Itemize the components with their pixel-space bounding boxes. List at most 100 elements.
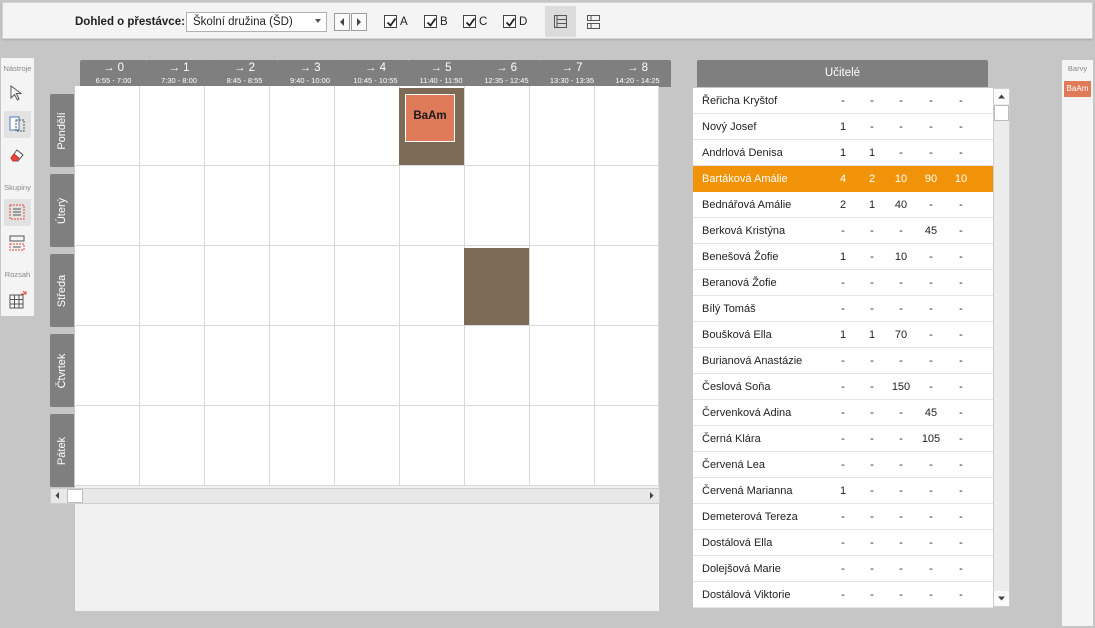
supervision-slot[interactable] — [464, 248, 529, 325]
timetable-cell[interactable] — [140, 246, 205, 326]
teacher-row[interactable]: Řeřicha Kryštof - - - - - — [693, 88, 993, 114]
group-select-button[interactable] — [4, 199, 31, 226]
teacher-row[interactable]: Červená Lea - - - - - — [693, 452, 993, 478]
teacher-row[interactable]: Boušková Ella 1 1 70 - - — [693, 322, 993, 348]
timetable-cell[interactable] — [205, 166, 270, 246]
timetable-cell[interactable] — [205, 406, 270, 486]
timetable-cell[interactable] — [270, 246, 335, 326]
teacher-row[interactable]: Berková Kristýna - - - 45 - — [693, 218, 993, 244]
teacher-row[interactable]: Černá Klára - - - 105 - — [693, 426, 993, 452]
timetable-cell[interactable] — [530, 406, 595, 486]
vertical-scrollbar[interactable] — [993, 88, 1010, 607]
timetable-cell[interactable] — [270, 326, 335, 406]
timetable-cell[interactable] — [465, 406, 530, 486]
teacher-row[interactable]: Demeterová Tereza - - - - - — [693, 504, 993, 530]
day-label[interactable]: Pátek — [50, 414, 74, 487]
teacher-row[interactable]: Dostálová Viktorie - - - - - — [693, 582, 993, 608]
teacher-row[interactable]: Dolejšová Marie - - - - - — [693, 556, 993, 582]
timetable-cell[interactable] — [140, 406, 205, 486]
teacher-card[interactable]: BaAm — [405, 94, 455, 142]
timetable-cell[interactable] — [465, 86, 530, 166]
next-button[interactable] — [351, 13, 367, 31]
timetable-cell[interactable] — [465, 326, 530, 406]
period-header[interactable]: → 4 10:45 - 10:55 — [342, 60, 409, 87]
timetable-cell[interactable] — [530, 246, 595, 326]
teacher-row[interactable]: Bartáková Amálie 4 2 10 90 10 — [693, 166, 993, 192]
timetable-cell[interactable] — [595, 246, 659, 326]
timetable-cell[interactable] — [335, 166, 400, 246]
timetable-cell[interactable] — [270, 406, 335, 486]
timetable-cell[interactable] — [335, 246, 400, 326]
scrollbar-thumb[interactable] — [994, 105, 1009, 121]
timetable-cell[interactable] — [530, 86, 595, 166]
timetable-cell[interactable] — [205, 246, 270, 326]
timetable-cell[interactable] — [205, 86, 270, 166]
timetable-cell[interactable] — [335, 406, 400, 486]
timetable-cell[interactable] — [75, 86, 140, 166]
scroll-left-button[interactable] — [51, 489, 65, 503]
timetable-cell[interactable] — [595, 326, 659, 406]
supervision-slot[interactable]: BaAm — [399, 88, 464, 165]
range-tool-button[interactable] — [4, 286, 31, 313]
view-by-weeks-button[interactable] — [578, 6, 609, 37]
timetable-cell[interactable] — [140, 166, 205, 246]
timetable-cell[interactable] — [530, 166, 595, 246]
timetable-cell[interactable] — [400, 326, 465, 406]
scroll-down-button[interactable] — [994, 591, 1009, 606]
period-header[interactable]: → 3 9:40 - 10:00 — [276, 60, 344, 87]
eraser-tool-button[interactable] — [4, 142, 31, 169]
day-label[interactable]: Úterý — [50, 174, 74, 247]
teacher-row[interactable]: Bílý Tomáš - - - - - — [693, 296, 993, 322]
timetable-cell[interactable] — [595, 406, 659, 486]
timetable-cell[interactable] — [335, 86, 400, 166]
timetable-cell[interactable] — [400, 406, 465, 486]
horizontal-scrollbar[interactable] — [50, 488, 660, 504]
period-header[interactable]: → 2 8:45 - 8:55 — [211, 60, 278, 87]
color-chip[interactable]: BaAm — [1064, 81, 1091, 97]
period-header[interactable]: → 5 11:40 - 11:50 — [407, 60, 475, 87]
day-label[interactable]: Středa — [50, 254, 74, 327]
timetable-cell[interactable] — [595, 86, 659, 166]
teacher-row[interactable]: Česlová Soňa - - 150 - - — [693, 374, 993, 400]
timetable-cell[interactable] — [75, 246, 140, 326]
timetable-cell[interactable] — [465, 166, 530, 246]
scrollbar-thumb[interactable] — [67, 489, 83, 503]
teacher-row[interactable]: Bednářová Amálie 2 1 40 - - — [693, 192, 993, 218]
checkbox-box[interactable] — [463, 15, 476, 28]
period-header[interactable]: → 0 6:55 - 7:00 — [80, 60, 147, 87]
teacher-row[interactable]: Andrlová Denisa 1 1 - - - — [693, 140, 993, 166]
timetable-cell[interactable] — [75, 326, 140, 406]
timetable-cell[interactable] — [75, 166, 140, 246]
period-header[interactable]: → 8 14:20 - 14:25 — [604, 60, 671, 87]
teacher-row[interactable]: Dostálová Ella - - - - - — [693, 530, 993, 556]
timetable-cell[interactable] — [400, 166, 465, 246]
checkbox-box[interactable] — [424, 15, 437, 28]
period-header[interactable]: → 1 7:30 - 8:00 — [145, 60, 213, 87]
timetable-cell[interactable] — [270, 166, 335, 246]
teacher-row[interactable]: Nový Josef 1 - - - - — [693, 114, 993, 140]
scroll-up-button[interactable] — [994, 89, 1009, 104]
period-header[interactable]: → 6 12:35 - 12:45 — [473, 60, 540, 87]
group-split-button[interactable] — [4, 230, 31, 257]
timetable-cell[interactable] — [140, 326, 205, 406]
teacher-row[interactable]: Beranová Žofie - - - - - — [693, 270, 993, 296]
period-header[interactable]: → 7 13:30 - 13:35 — [538, 60, 606, 87]
teacher-row[interactable]: Benešová Žofie 1 - 10 - - — [693, 244, 993, 270]
teacher-row[interactable]: Červenková Adina - - - 45 - — [693, 400, 993, 426]
timetable-cell[interactable] — [270, 86, 335, 166]
timetable-cell[interactable] — [595, 166, 659, 246]
timetable-cell[interactable] — [400, 246, 465, 326]
timetable-cell[interactable] — [335, 326, 400, 406]
scroll-right-button[interactable] — [645, 489, 659, 503]
timetable-cell[interactable] — [530, 326, 595, 406]
timetable-cell[interactable] — [75, 406, 140, 486]
teacher-row[interactable]: Burianová Anastázie - - - - - — [693, 348, 993, 374]
day-label[interactable]: Čtvrtek — [50, 334, 74, 407]
timetable-cell[interactable] — [205, 326, 270, 406]
previous-button[interactable] — [334, 13, 350, 31]
timetable-cell[interactable] — [140, 86, 205, 166]
checkbox-box[interactable] — [384, 15, 397, 28]
day-label[interactable]: Pondělí — [50, 94, 74, 167]
view-by-days-button[interactable] — [545, 6, 576, 37]
checkbox-box[interactable] — [503, 15, 516, 28]
